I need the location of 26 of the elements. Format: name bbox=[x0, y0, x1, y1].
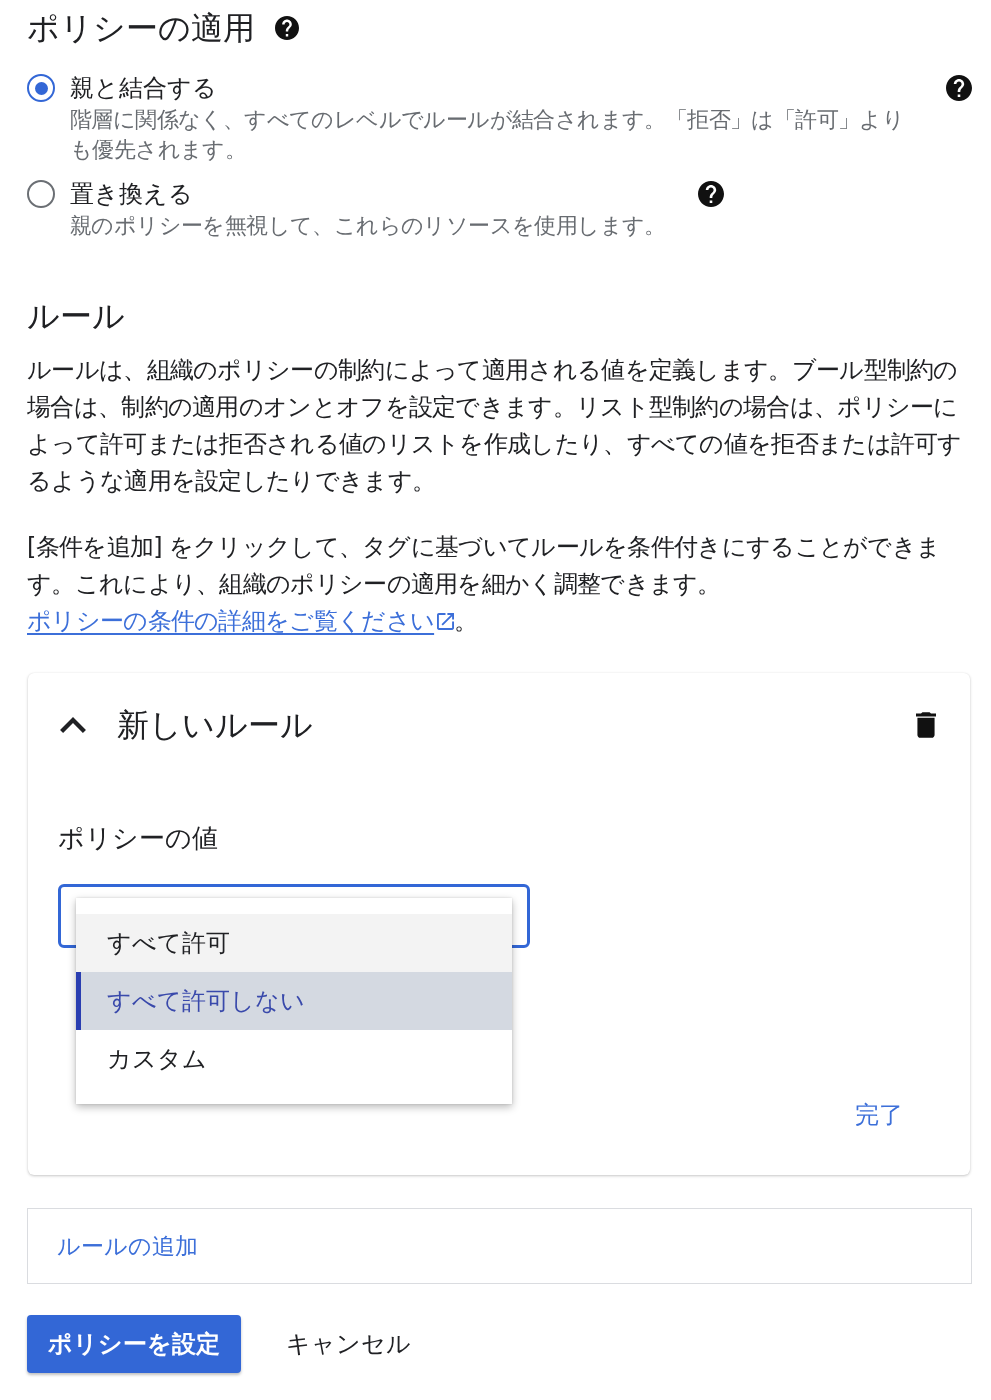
field-label: ポリシーの値 bbox=[58, 822, 219, 855]
details-link[interactable]: ポリシーの条件の詳細をご覧ください bbox=[27, 607, 455, 635]
option-description: 親のポリシーを無視して、これらのリソースを使用します。 bbox=[70, 212, 666, 240]
cancel-button[interactable]: キャンセル bbox=[270, 1327, 427, 1361]
help-icon[interactable] bbox=[275, 16, 299, 40]
help-icon[interactable] bbox=[946, 75, 972, 101]
radio-button[interactable] bbox=[27, 74, 55, 102]
option-label: 親と結合する bbox=[70, 73, 218, 104]
paragraph: ルールは、組織のポリシーの制約によって適用される値を定義します。ブール型制約の場合は、制約の適用のオンとオフを設定できます。リスト型制約の場合は、ポリシーによって許可または拒否される値のリストを作成したり、すべての値を拒否または許可するような適用を設定したりできます。 bbox=[27, 355, 963, 497]
add-rule-button[interactable]: ルールの追加 bbox=[27, 1208, 972, 1284]
chevron-up-icon[interactable] bbox=[60, 717, 86, 733]
section-title: ポリシーの適用 bbox=[27, 8, 255, 48]
option-description: 階層に関係なく、すべてのレベルでルールが結合されます。「拒否」は「許可」よりも優先されます。 bbox=[70, 106, 906, 164]
menu-item[interactable]: カスタム bbox=[76, 1030, 512, 1088]
external-link-icon bbox=[437, 613, 455, 630]
help-icon[interactable] bbox=[697, 181, 724, 207]
delete-icon[interactable] bbox=[916, 712, 936, 738]
section-title: ルール bbox=[27, 296, 126, 337]
done-button[interactable]: 完了 bbox=[847, 1098, 911, 1132]
submit-button[interactable]: ポリシーを設定 bbox=[27, 1315, 241, 1373]
menu-item[interactable]: すべて許可 bbox=[76, 914, 512, 972]
radio-button[interactable] bbox=[27, 180, 55, 208]
option-label: 置き換える bbox=[70, 179, 194, 210]
menu-item[interactable]: すべて許可しない bbox=[76, 972, 512, 1030]
paragraph: [条件を追加] をクリックして、タグに基づいてルールを条件付きにすることができます。これにより、組織のポリシーの適用を細かく調整できます。 ポリシーの条件の詳細をご覧ください 。 bbox=[27, 532, 942, 637]
card-title: 新しいルール bbox=[117, 705, 314, 746]
